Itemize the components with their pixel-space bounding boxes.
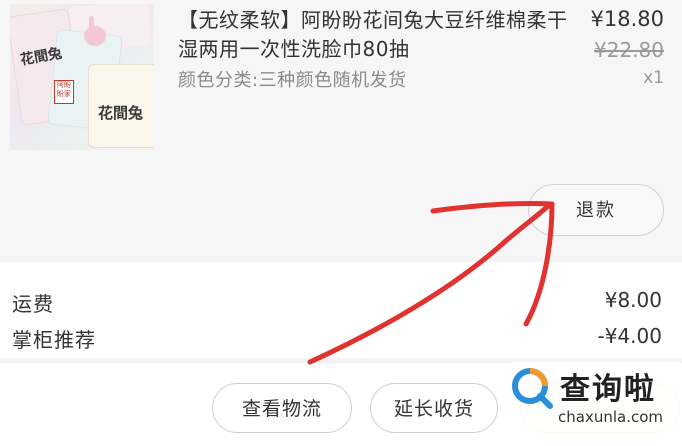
product-price: ¥18.80	[590, 7, 664, 31]
view-logistics-button[interactable]: 查看物流	[212, 383, 352, 433]
extend-receipt-button[interactable]: 延长收货	[370, 383, 498, 433]
product-card[interactable]: 花間兔 花間兔 阿盼盼家 【无纹柔软】阿盼盼花间兔大豆纤维棉柔干湿两用一次性洗脸…	[0, 0, 682, 258]
bunny-illustration	[84, 16, 106, 46]
fee-summary: 运费 ¥8.00 掌柜推荐 -¥4.00	[0, 262, 682, 358]
watermark-url: chaxunla.com	[558, 408, 663, 426]
shipping-value: ¥8.00	[604, 288, 662, 312]
product-image[interactable]: 花間兔 花間兔 阿盼盼家	[10, 4, 154, 150]
order-detail-page: 花間兔 花間兔 阿盼盼家 【无纹柔软】阿盼盼花间兔大豆纤维棉柔干湿两用一次性洗脸…	[0, 0, 682, 446]
product-image-seal: 阿盼盼家	[54, 80, 74, 104]
shipping-label: 运费	[12, 292, 54, 316]
product-title[interactable]: 【无纹柔软】阿盼盼花间兔大豆纤维棉柔干湿两用一次性洗脸巾80抽	[178, 6, 578, 64]
refund-button[interactable]: 退款	[528, 184, 664, 236]
magnifier-logo-icon	[512, 368, 553, 409]
product-sku: 颜色分类:三种颜色随机发货	[178, 70, 407, 91]
shop-recommend-label: 掌柜推荐	[12, 328, 96, 352]
shop-recommend-value: -¥4.00	[597, 324, 662, 348]
watermark: 查询啦 chaxunla.com	[504, 362, 680, 444]
product-quantity: x1	[643, 68, 664, 88]
product-original-price: ¥22.80	[594, 38, 664, 62]
watermark-title: 查询啦	[560, 372, 656, 407]
product-image-brand: 花間兔	[98, 104, 144, 122]
